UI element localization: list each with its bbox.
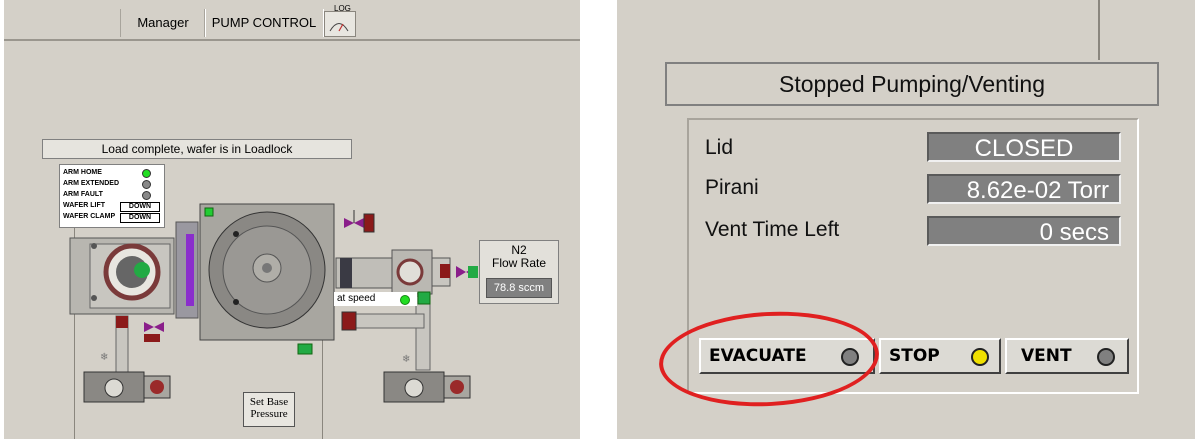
lid-label: Lid	[705, 136, 734, 159]
vent-time-value: 0 secs	[927, 216, 1121, 246]
vent-label: VENT	[1021, 346, 1072, 366]
vent-led	[1097, 348, 1115, 366]
process-chamber-icon[interactable]	[199, 203, 335, 341]
stop-button[interactable]: STOP	[879, 338, 1001, 374]
pumping-state-title: Stopped Pumping/Venting	[665, 62, 1159, 106]
svg-text:❄: ❄	[100, 352, 108, 363]
vent-button[interactable]: VENT	[1005, 338, 1129, 374]
set-base-pressure-button[interactable]: Set Base Pressure	[243, 392, 295, 427]
set-base-pressure-line2: Pressure	[250, 408, 288, 420]
vent-valve-icon[interactable]	[144, 322, 164, 342]
turbo-pump-icon[interactable]	[335, 249, 478, 295]
pump-control-panel: Manager PUMP CONTROL LOG Load complete, …	[4, 0, 580, 439]
set-base-pressure-line1: Set Base	[249, 396, 289, 408]
pirani-value: 8.62e-02 Torr	[927, 174, 1121, 204]
lid-value: CLOSED	[927, 132, 1121, 162]
at-speed-led	[400, 295, 410, 305]
pirani-label: Pirani	[705, 176, 759, 199]
svg-text:❄: ❄	[402, 354, 410, 365]
valve-icon[interactable]	[344, 210, 375, 233]
n2-subtitle: Flow Rate	[491, 256, 547, 270]
stop-label: STOP	[889, 346, 940, 366]
n2-flow-value: 78.8 sccm	[486, 278, 552, 298]
n2-flow-panel: N2 Flow Rate 78.8 sccm	[479, 240, 559, 304]
vent-time-label: Vent Time Left	[705, 218, 840, 241]
pump-schematic: ❄ ❄	[69, 203, 478, 403]
loadlock-icon[interactable]	[69, 237, 175, 315]
pumping-status-panel: Stopped Pumping/Venting Lid CLOSED Piran…	[617, 0, 1195, 439]
stop-led	[971, 348, 989, 366]
divider	[1098, 0, 1100, 60]
